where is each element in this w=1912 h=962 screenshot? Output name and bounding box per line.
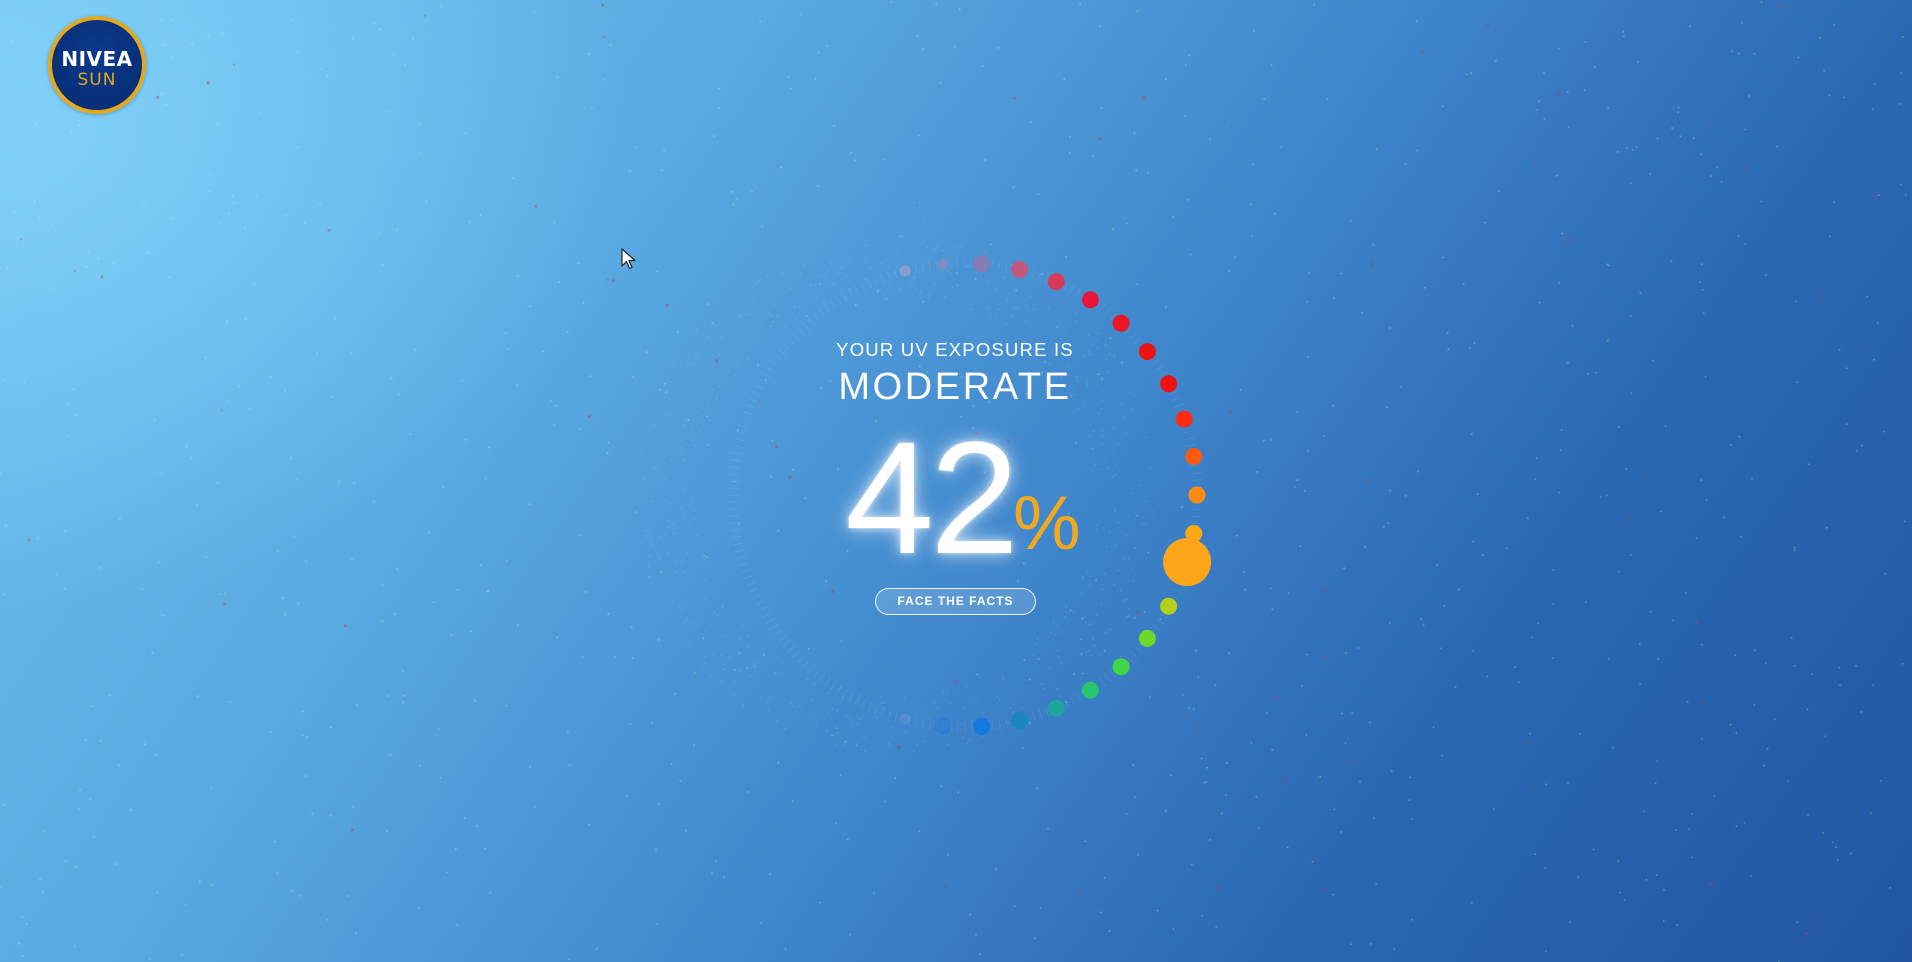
uv-exposure-screen: NIVEA SUN YOUR UV EXPOSURE IS MODERATE 4…: [0, 0, 1912, 962]
exposure-level: MODERATE: [838, 366, 1072, 408]
dial-dot: [1011, 712, 1029, 729]
mouse-pointer-icon: [621, 248, 636, 270]
dial-dot: [1047, 273, 1065, 291]
dial-dot: [934, 717, 952, 735]
dial-dot: [1175, 410, 1193, 428]
percent-sign: %: [1013, 481, 1081, 566]
dial-dot: [1185, 448, 1203, 465]
dial-dot: [1047, 699, 1065, 717]
dial-dot: [1081, 681, 1099, 699]
dial-dot: [899, 265, 911, 277]
dial-dot: [1112, 658, 1130, 676]
dial-dot: [1011, 261, 1029, 278]
dial-dot: [899, 713, 911, 725]
dial-dot: [1112, 314, 1130, 332]
dial-dot: [1160, 597, 1178, 615]
exposure-heading: YOUR UV EXPOSURE IS: [836, 339, 1074, 360]
dial-dot: [1160, 375, 1178, 393]
dial-dot: [1081, 291, 1099, 309]
dial-dot: [973, 255, 991, 273]
dial-dot: [973, 717, 991, 735]
dial-dot: [1188, 486, 1206, 504]
face-the-facts-button[interactable]: FACE THE FACTS: [875, 588, 1036, 615]
dial-dot: [937, 258, 949, 270]
dial-dot: [1138, 629, 1156, 647]
percent-value: 42: [845, 408, 1019, 587]
uv-level-indicator: [1163, 538, 1212, 587]
